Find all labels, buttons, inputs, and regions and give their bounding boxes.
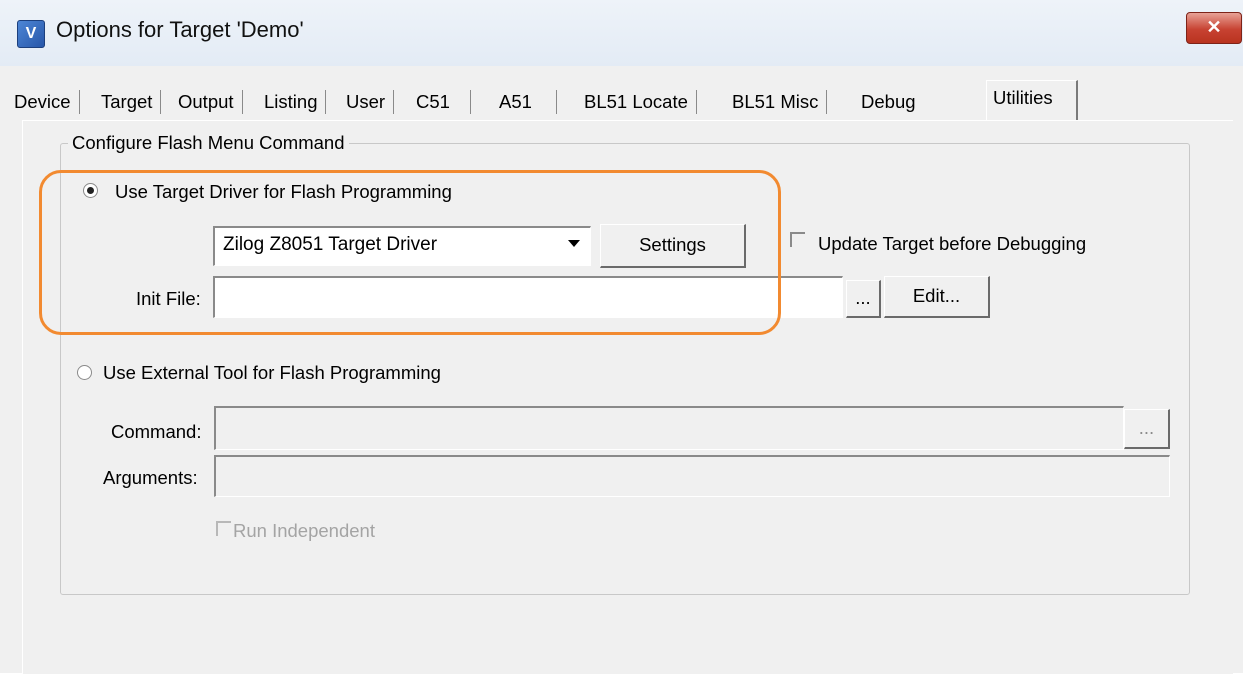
label-command: Command: bbox=[111, 421, 202, 442]
group-title: Configure Flash Menu Command bbox=[68, 132, 349, 154]
title-bar: V Options for Target 'Demo' ✕ bbox=[0, 0, 1243, 66]
label-run-independent: Run Independent bbox=[233, 520, 375, 541]
tab-bl51-misc[interactable]: BL51 Misc bbox=[732, 90, 828, 114]
run-independent-checkbox[interactable] bbox=[216, 521, 231, 536]
tab-a51[interactable]: A51 bbox=[499, 90, 557, 114]
window-title: Options for Target 'Demo' bbox=[56, 17, 304, 42]
arguments-input[interactable] bbox=[214, 455, 1170, 497]
tab-bl51-locate[interactable]: BL51 Locate bbox=[584, 90, 697, 114]
tab-output[interactable]: Output bbox=[178, 90, 243, 114]
radio-use-external-tool[interactable] bbox=[77, 365, 92, 380]
tab-utilities[interactable]: Utilities bbox=[986, 80, 1078, 120]
uvision-icon[interactable]: V bbox=[17, 20, 45, 48]
label-update-target: Update Target before Debugging bbox=[818, 233, 1087, 254]
edit-button[interactable]: Edit... bbox=[884, 276, 990, 318]
tab-listing[interactable]: Listing bbox=[264, 90, 327, 114]
update-target-checkbox[interactable] bbox=[790, 232, 805, 247]
tab-debug[interactable]: Debug bbox=[861, 90, 924, 114]
label-use-external-tool: Use External Tool for Flash Programming bbox=[103, 362, 441, 383]
tab-c51[interactable]: C51 bbox=[416, 90, 471, 114]
tab-target[interactable]: Target bbox=[101, 90, 162, 114]
close-button[interactable]: ✕ bbox=[1186, 12, 1242, 44]
tab-device[interactable]: Device bbox=[14, 90, 80, 114]
init-file-browse-button[interactable]: ... bbox=[846, 280, 881, 318]
command-browse-button[interactable]: ... bbox=[1124, 409, 1170, 449]
tab-user[interactable]: User bbox=[346, 90, 395, 114]
label-arguments: Arguments: bbox=[103, 467, 198, 488]
highlight-annotation bbox=[39, 170, 781, 335]
command-input[interactable] bbox=[214, 406, 1124, 450]
